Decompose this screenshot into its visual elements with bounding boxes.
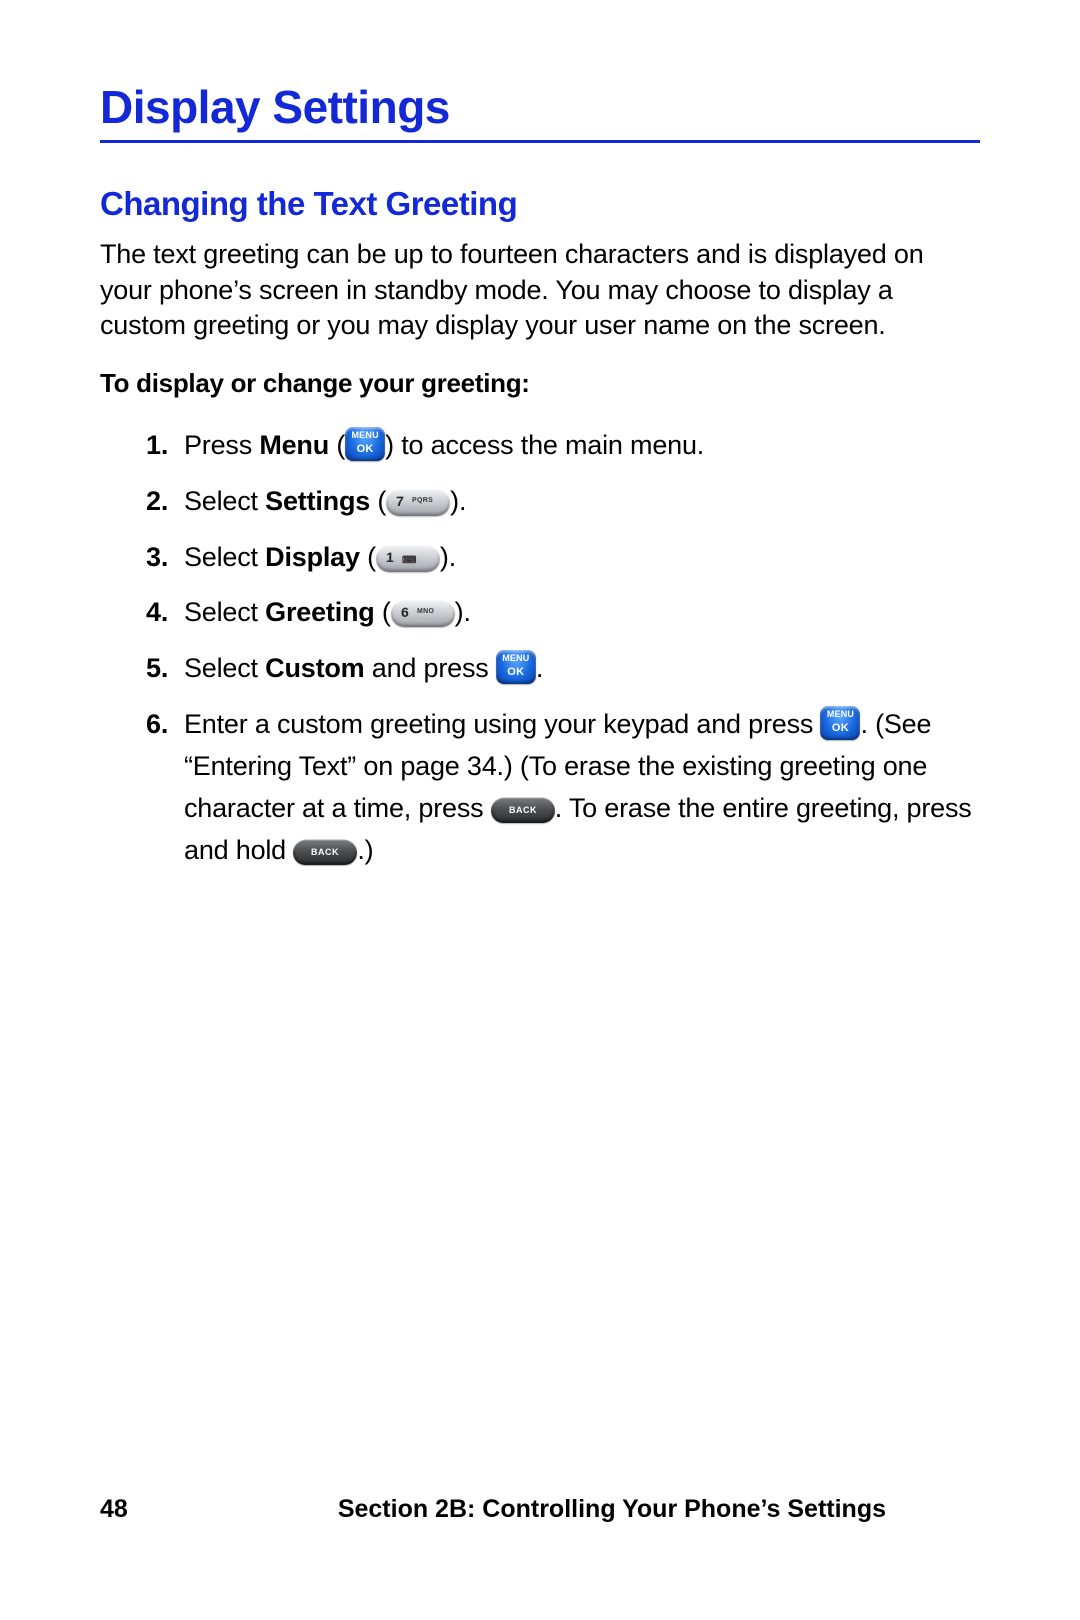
step-number: 6. <box>146 704 168 746</box>
step-1: 1. Press Menu (MENUOK) to access the mai… <box>146 425 980 467</box>
back-key-icon: BACK <box>293 839 358 864</box>
footer-section-label: Section 2B: Controlling Your Phone’s Set… <box>338 1495 886 1524</box>
keypad-6-key-icon: 6MNO <box>390 600 455 627</box>
step-bold: Settings <box>265 486 370 516</box>
step-text: ( <box>370 486 386 516</box>
step-number: 5. <box>146 648 168 690</box>
step-3: 3. Select Display (1⌨). <box>146 537 980 579</box>
step-4: 4. Select Greeting (6MNO). <box>146 592 980 634</box>
step-text: and press <box>364 653 495 683</box>
section-heading: Changing the Text Greeting <box>100 185 980 223</box>
step-text: ). <box>450 486 466 516</box>
keypad-1-key-icon: 1⌨ <box>375 544 440 571</box>
step-text: ( <box>375 597 391 627</box>
page-title: Display Settings <box>100 80 980 134</box>
step-text: ( <box>360 542 376 572</box>
step-text: Select <box>184 486 265 516</box>
step-2: 2. Select Settings (7PQRS). <box>146 481 980 523</box>
step-text: Enter a custom greeting using your keypa… <box>184 709 820 739</box>
step-number: 1. <box>146 425 168 467</box>
steps-list: 1. Press Menu (MENUOK) to access the mai… <box>100 425 980 872</box>
step-bold: Custom <box>265 653 364 683</box>
step-text: . <box>536 653 543 683</box>
step-6: 6. Enter a custom greeting using your ke… <box>146 704 980 871</box>
step-text: .) <box>357 835 373 865</box>
step-5: 5. Select Custom and press MENUOK. <box>146 648 980 690</box>
step-text: Select <box>184 653 265 683</box>
step-bold: Menu <box>259 430 329 460</box>
step-text: ) to access the main menu. <box>385 430 704 460</box>
menu-ok-key-icon: MENUOK <box>496 650 536 684</box>
step-bold: Greeting <box>265 597 374 627</box>
step-text: Press <box>184 430 259 460</box>
step-text: ). <box>455 597 471 627</box>
step-text: Select <box>184 542 265 572</box>
manual-page: Display Settings Changing the Text Greet… <box>0 0 1080 1620</box>
title-rule <box>100 140 980 143</box>
step-bold: Display <box>265 542 360 572</box>
menu-ok-key-icon: MENUOK <box>820 706 860 740</box>
step-number: 3. <box>146 537 168 579</box>
step-text: ( <box>329 430 345 460</box>
procedure-subhead: To display or change your greeting: <box>100 368 980 399</box>
intro-paragraph: The text greeting can be up to fourteen … <box>100 237 980 344</box>
step-number: 2. <box>146 481 168 523</box>
page-footer: 48 Section 2B: Controlling Your Phone’s … <box>100 1495 980 1524</box>
step-text: Select <box>184 597 265 627</box>
menu-ok-key-icon: MENUOK <box>345 427 385 461</box>
page-number: 48 <box>100 1495 128 1524</box>
keypad-7-key-icon: 7PQRS <box>385 488 450 515</box>
step-number: 4. <box>146 592 168 634</box>
back-key-icon: BACK <box>490 797 555 822</box>
step-text: ). <box>440 542 456 572</box>
